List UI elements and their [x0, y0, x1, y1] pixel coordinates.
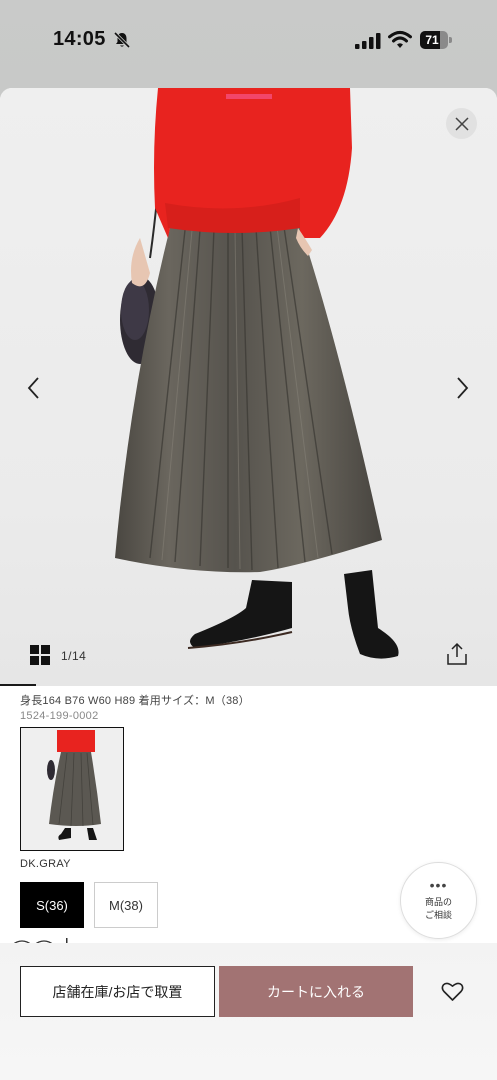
wifi-icon	[388, 30, 412, 48]
chevron-left-icon[interactable]	[26, 375, 42, 401]
consult-label: 商品の ご相談	[424, 896, 452, 920]
product-photo	[115, 88, 399, 659]
bell-slash-icon	[113, 31, 131, 49]
share-icon[interactable]	[445, 642, 469, 666]
size-button-s[interactable]: S(36)	[20, 882, 84, 928]
grid-icon[interactable]	[30, 645, 50, 665]
product-consult-button[interactable]: ••• 商品の ご相談	[400, 862, 477, 939]
close-icon	[454, 116, 469, 131]
more-dots-icon: •••	[429, 876, 448, 893]
image-counter: 1/14	[61, 649, 87, 663]
product-code: 1524-199-0002	[20, 710, 99, 722]
product-info: 身長164 B76 W60 H89 着用サイズ：M（38） 1524-199-0…	[20, 692, 250, 722]
size-button-m[interactable]: M(38)	[94, 882, 158, 928]
close-button[interactable]	[446, 108, 477, 139]
store-stock-button[interactable]: 店舗在庫/お店で取置	[20, 966, 215, 1017]
product-sheet: 1/14 身長164 B76 W60 H89 着用サイズ：M（38） 1524-…	[0, 88, 497, 1080]
image-gallery[interactable]: 1/14	[0, 88, 497, 686]
color-name: DK.GRAY	[20, 858, 71, 870]
bottom-action-bar: 店舗在庫/お店で取置 カートに入れる	[0, 943, 497, 1080]
heart-icon[interactable]	[441, 981, 464, 1002]
status-time: 14:05	[53, 28, 106, 50]
gallery-progress-bar	[0, 684, 36, 686]
battery-level: 71	[425, 33, 439, 47]
battery-icon: 71	[420, 31, 452, 49]
status-bar: 14:05 71	[0, 0, 497, 82]
model-info: 身長164 B76 W60 H89 着用サイズ：M（38）	[20, 695, 250, 707]
thumbnail-photo	[21, 728, 123, 850]
signal-icon	[355, 33, 381, 49]
color-swatch-thumbnail[interactable]	[20, 727, 124, 851]
chevron-right-icon[interactable]	[454, 375, 470, 401]
add-to-cart-button[interactable]: カートに入れる	[219, 966, 413, 1017]
